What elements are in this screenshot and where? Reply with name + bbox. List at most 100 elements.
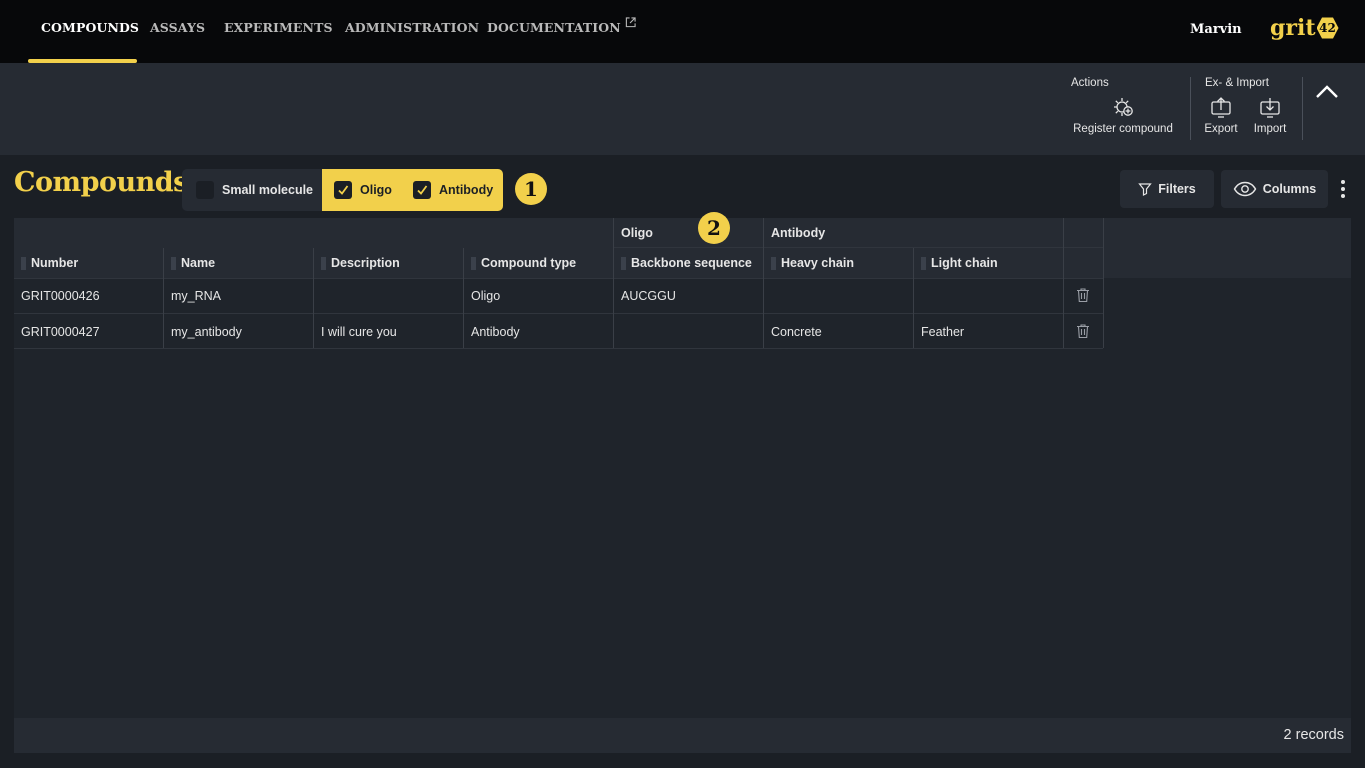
callout-marker-1: 1	[515, 173, 547, 205]
column-drag-handle[interactable]	[321, 256, 326, 270]
table-cell[interactable]	[764, 278, 771, 313]
filter-funnel-icon	[1138, 183, 1152, 196]
logo-text: grit	[1270, 15, 1316, 41]
grid-line	[313, 248, 314, 348]
more-options-kebab-icon[interactable]	[1337, 179, 1349, 199]
register-compound-button[interactable]: Register compound	[1071, 96, 1175, 135]
column-header-heavy-chain[interactable]: Heavy chain	[764, 248, 914, 278]
table-cell[interactable]	[914, 278, 921, 313]
small-molecule-label: Small molecule	[222, 183, 314, 197]
export-button[interactable]: Export	[1202, 96, 1240, 135]
table-cell[interactable]: I will cure you	[314, 314, 397, 349]
import-label: Import	[1253, 123, 1287, 135]
nav-documentation[interactable]: DOCUMENTATION	[487, 0, 636, 63]
filter-small-molecule[interactable]: Small molecule	[182, 169, 322, 211]
nav-assays[interactable]: ASSAYS	[150, 0, 205, 63]
record-count: 2 records	[1283, 727, 1344, 743]
columns-button[interactable]: Columns	[1221, 170, 1328, 208]
column-drag-handle[interactable]	[771, 256, 776, 270]
column-header-compound-type[interactable]: Compound type	[464, 248, 614, 278]
filters-button[interactable]: Filters	[1120, 170, 1214, 208]
compound-type-filter: Small molecule Oligo Antibody	[182, 169, 503, 211]
nav-experiments[interactable]: EXPERIMENTS	[224, 0, 333, 63]
antibody-checkbox[interactable]	[413, 181, 431, 199]
group-header-antibody: Antibody	[771, 226, 826, 240]
toolbar-divider	[1302, 77, 1303, 140]
eximport-group-label: Ex- & Import	[1205, 77, 1269, 89]
column-drag-handle[interactable]	[621, 256, 626, 270]
toolbar-divider	[1190, 77, 1191, 140]
column-drag-handle[interactable]	[471, 256, 476, 270]
register-compound-icon	[1114, 98, 1133, 116]
filter-antibody[interactable]: Antibody	[401, 169, 503, 211]
column-header-label: Compound type	[481, 256, 577, 270]
export-label: Export	[1204, 123, 1238, 135]
column-header-description[interactable]: Description	[314, 248, 464, 278]
nav-administration[interactable]: ADMINISTRATION	[345, 0, 479, 63]
callout-marker-2: 2	[698, 212, 730, 244]
grid-line	[163, 248, 164, 348]
filters-label: Filters	[1158, 182, 1196, 196]
table-cell[interactable]: Concrete	[764, 314, 822, 349]
import-button[interactable]: Import	[1250, 96, 1290, 135]
grid-line	[1103, 218, 1104, 348]
user-menu[interactable]: Marvin	[1190, 22, 1242, 37]
column-header-label: Name	[181, 256, 216, 270]
actions-group-label: Actions	[1071, 77, 1109, 89]
column-header-light-chain[interactable]: Light chain	[914, 248, 1064, 278]
app-logo[interactable]: grit 42	[1270, 13, 1339, 43]
page-title: Compounds	[14, 167, 188, 198]
table-cell[interactable]: Feather	[914, 314, 964, 349]
table-cell[interactable]: GRIT0000427	[14, 314, 100, 349]
table-cell[interactable]: AUCGGU	[614, 278, 676, 313]
column-header-number[interactable]: Number	[14, 248, 164, 278]
delete-row-trash-icon[interactable]	[1075, 287, 1091, 303]
grid-line	[14, 313, 1103, 314]
eye-icon	[1233, 181, 1257, 197]
column-drag-handle[interactable]	[21, 256, 26, 270]
columns-label: Columns	[1262, 182, 1317, 196]
small-molecule-checkbox[interactable]	[196, 181, 214, 199]
table-footer: 2 records	[14, 718, 1351, 753]
register-compound-label: Register compound	[1073, 123, 1173, 135]
column-header-backbone-sequence[interactable]: Backbone sequence	[614, 248, 764, 278]
action-toolbar: Actions Register compound Ex- & Import E…	[0, 63, 1365, 155]
table-cell[interactable]: my_RNA	[164, 278, 221, 313]
table-cell[interactable]	[614, 314, 621, 349]
table-cell[interactable]	[314, 278, 321, 313]
column-header-label: Heavy chain	[781, 256, 854, 270]
grid-line	[614, 247, 1103, 248]
external-link-icon	[625, 17, 636, 28]
nav-compounds[interactable]: COMPOUNDS	[41, 0, 139, 63]
compounds-table: Oligo Antibody 2 Number Name Description…	[14, 212, 1351, 753]
logo-badge: 42	[1316, 17, 1339, 39]
table-cell[interactable]: Oligo	[464, 278, 500, 313]
checkmark-icon	[338, 185, 349, 195]
group-header-oligo: Oligo	[621, 226, 653, 240]
column-header-label: Backbone sequence	[631, 256, 752, 270]
column-drag-handle[interactable]	[921, 256, 926, 270]
filter-oligo[interactable]: Oligo	[322, 169, 401, 211]
grid-line	[1063, 218, 1064, 348]
column-drag-handle[interactable]	[171, 256, 176, 270]
table-cell[interactable]: Antibody	[464, 314, 520, 349]
delete-row-trash-icon[interactable]	[1075, 323, 1091, 339]
table-cell[interactable]: my_antibody	[164, 314, 242, 349]
checkmark-icon	[417, 185, 428, 195]
oligo-checkbox[interactable]	[334, 181, 352, 199]
grid-line	[14, 348, 1103, 349]
column-header-name[interactable]: Name	[164, 248, 314, 278]
grid-line	[463, 248, 464, 348]
grid-line	[613, 218, 614, 348]
collapse-toolbar-chevron-up-icon[interactable]	[1314, 81, 1340, 103]
nav-documentation-label: DOCUMENTATION	[487, 20, 621, 35]
grid-line	[763, 218, 764, 348]
import-icon	[1260, 98, 1280, 118]
grid-line	[913, 248, 914, 348]
oligo-label: Oligo	[360, 183, 392, 197]
column-header-label: Number	[31, 256, 79, 270]
table-cell[interactable]: GRIT0000426	[14, 278, 100, 313]
column-header-label: Light chain	[931, 256, 998, 270]
export-icon	[1211, 97, 1231, 118]
antibody-label: Antibody	[439, 183, 494, 197]
